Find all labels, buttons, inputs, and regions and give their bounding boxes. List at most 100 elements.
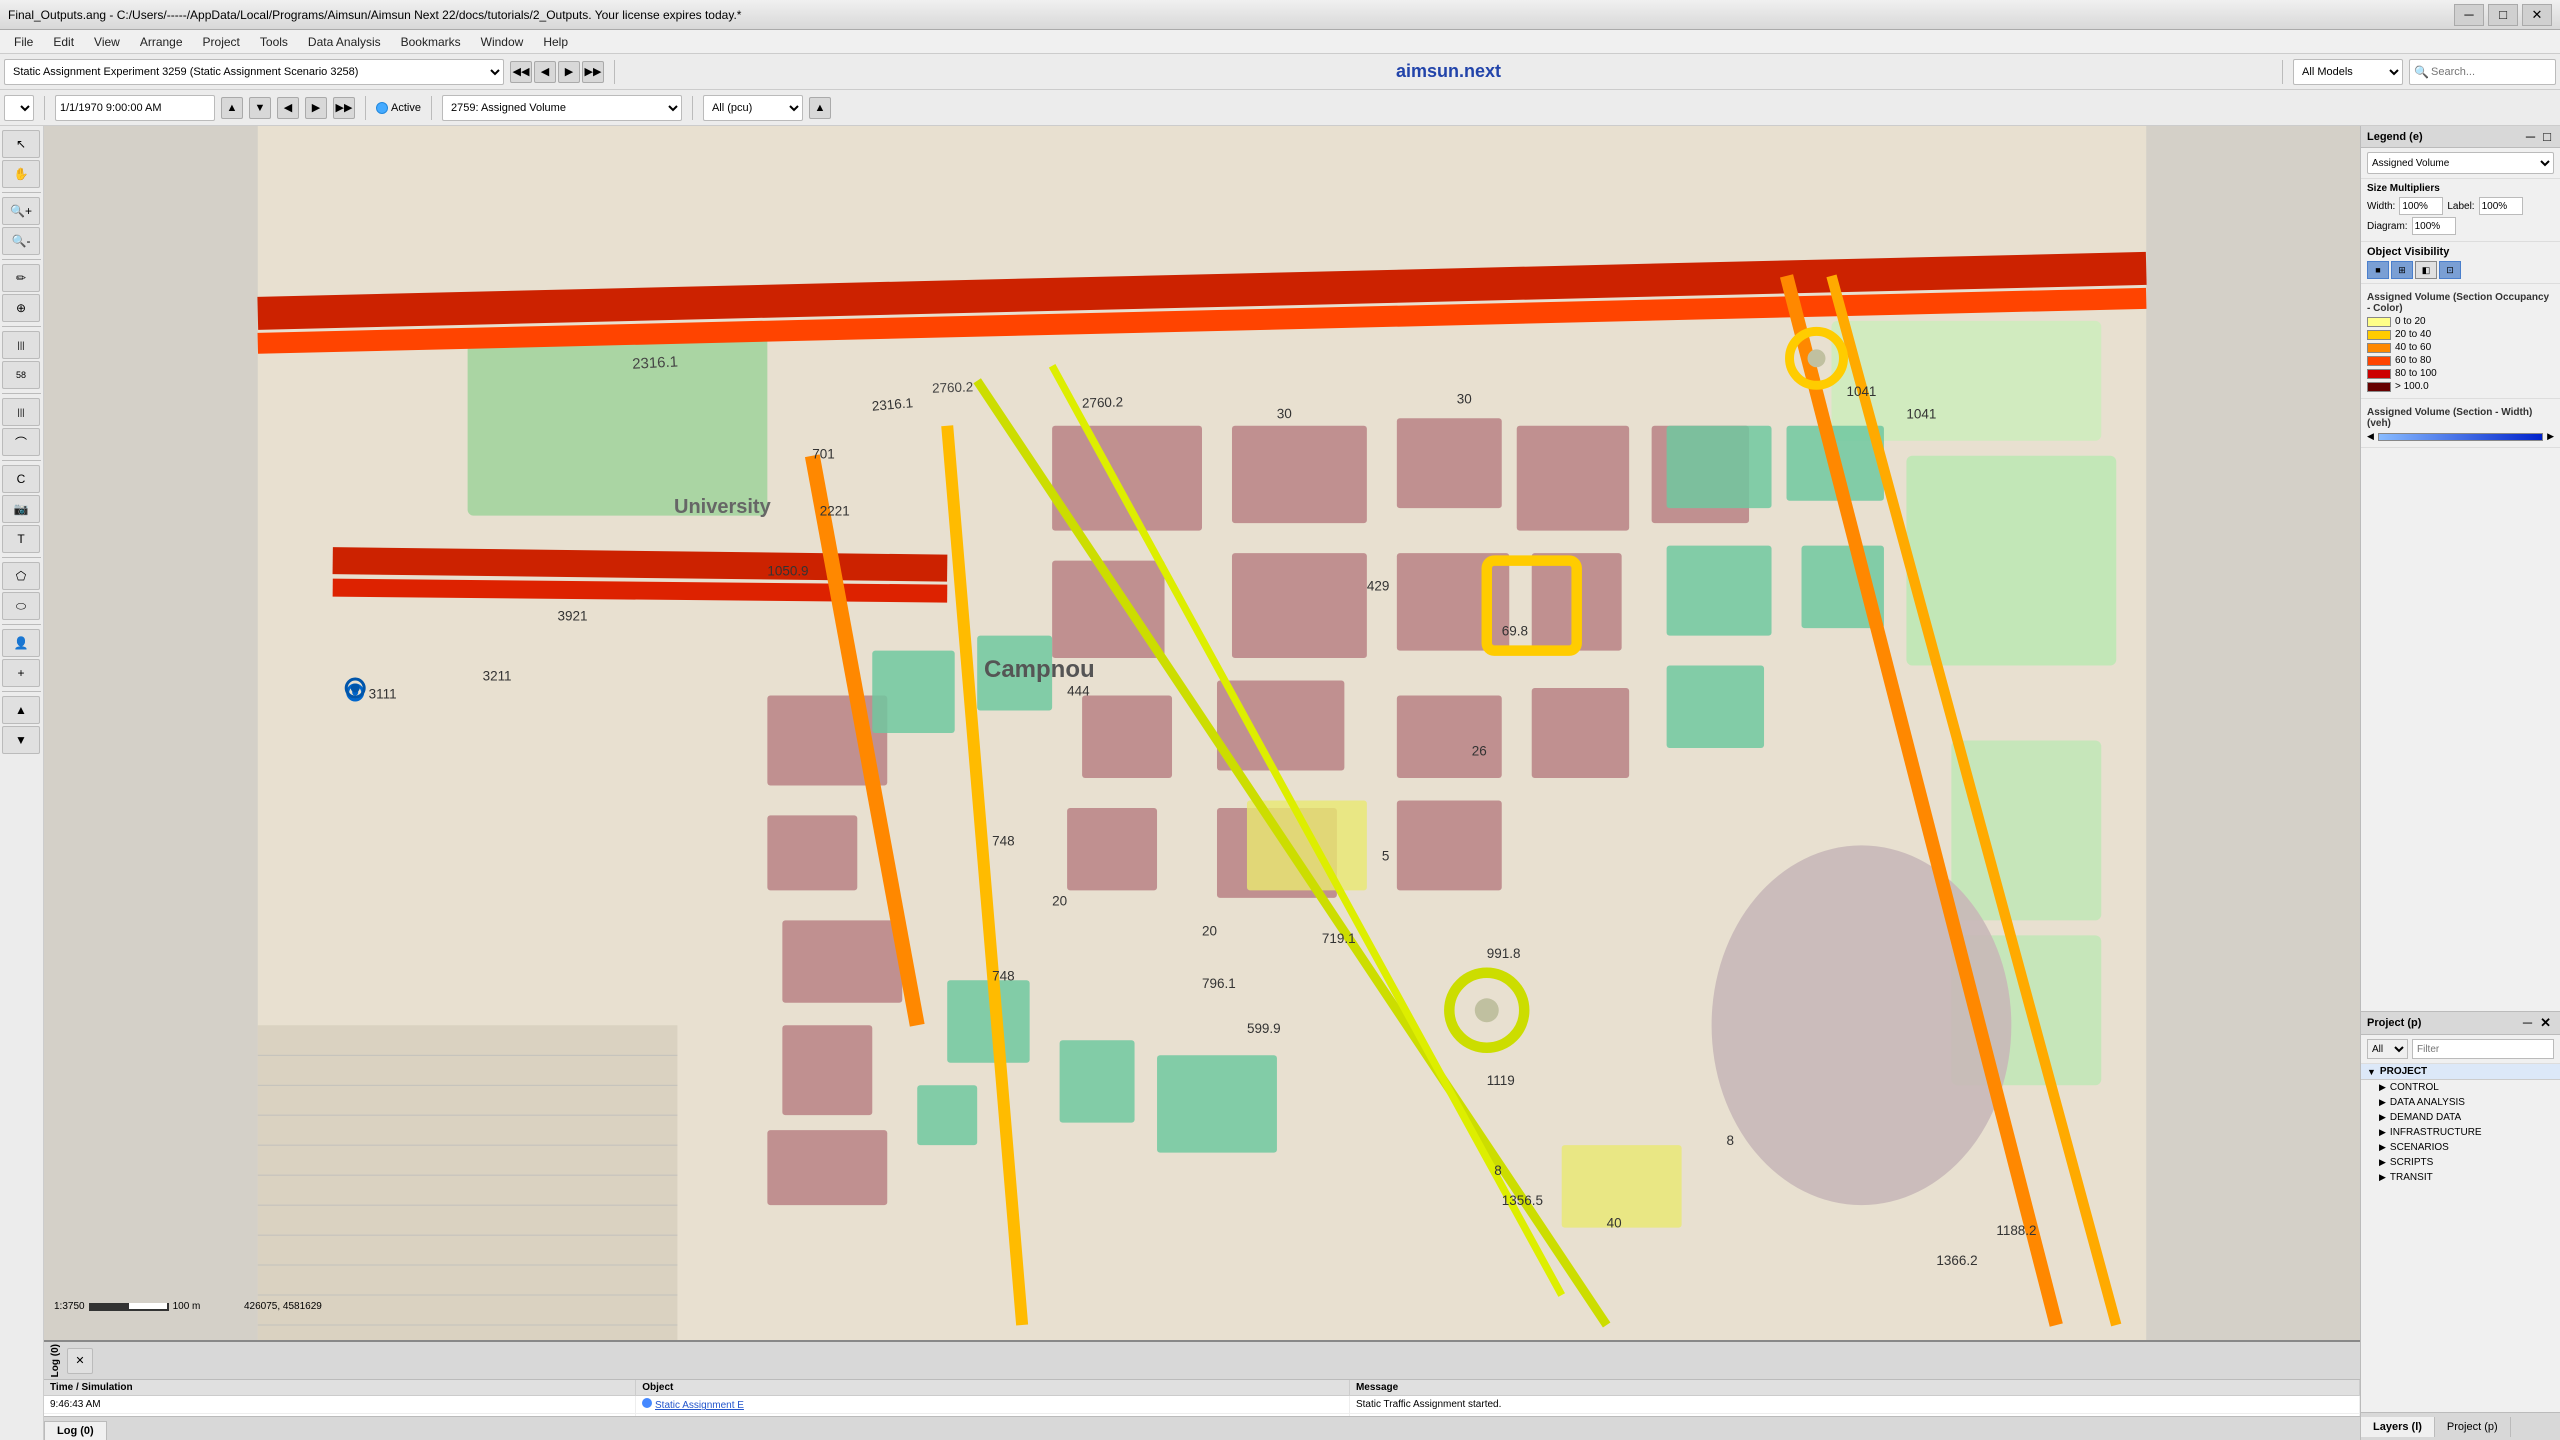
project-tree-item[interactable]: ▶ SCENARIOS [2361, 1140, 2560, 1155]
forward-button[interactable]: ▶▶ [582, 61, 604, 83]
zoom-in-tool[interactable]: 🔍+ [2, 197, 40, 225]
close-button[interactable]: ✕ [2522, 4, 2552, 26]
color-legend-section: Assigned Volume (Section Occupancy - Col… [2361, 284, 2560, 399]
filter-collapse[interactable]: ▲ [809, 97, 831, 119]
time-input[interactable] [55, 95, 215, 121]
menu-arrange[interactable]: Arrange [130, 33, 193, 51]
legend-header: Legend (e) ─ □ [2361, 126, 2560, 148]
menu-file[interactable]: File [4, 33, 43, 51]
color-range-label: 0 to 20 [2395, 316, 2426, 327]
vehicle-filter[interactable]: All (pcu) [703, 95, 803, 121]
back-fast-button[interactable]: ◀◀ [510, 61, 532, 83]
time-back[interactable]: ▲ [221, 97, 243, 119]
pencil-tool[interactable]: ✏ [2, 264, 40, 292]
zoom-out-tool[interactable]: 🔍- [2, 227, 40, 255]
back-button[interactable]: ◀ [534, 61, 556, 83]
project-filter-select[interactable]: All [2367, 1039, 2408, 1059]
log-cell-message: Static Traffic Assignment started. [1349, 1396, 2359, 1414]
project-tab[interactable]: Project (p) [2435, 1417, 2511, 1437]
tool-agent[interactable]: 👤 [2, 629, 40, 657]
scenario-dropdown[interactable]: Static Assignment Experiment 3259 (Stati… [4, 59, 504, 85]
menu-edit[interactable]: Edit [43, 33, 84, 51]
svg-text:69.8: 69.8 [1502, 624, 1528, 639]
frame-select[interactable]: A [4, 95, 34, 121]
time-fwd[interactable]: ▼ [249, 97, 271, 119]
st-sep2 [365, 96, 366, 120]
svg-text:1050.9: 1050.9 [767, 564, 808, 579]
project-tree-item[interactable]: ▶ DEMAND DATA [2361, 1110, 2560, 1125]
node-tool[interactable]: ⊕ [2, 294, 40, 322]
tool-text[interactable]: T [2, 525, 40, 553]
proj-minimize-btn[interactable]: ─ [2520, 1015, 2535, 1031]
menu-tools[interactable]: Tools [250, 33, 298, 51]
project-tree-item[interactable]: ▶ DATA ANALYSIS [2361, 1095, 2560, 1110]
pan-tool[interactable]: ✋ [2, 160, 40, 188]
menu-project[interactable]: Project [193, 33, 250, 51]
menu-bookmarks[interactable]: Bookmarks [391, 33, 471, 51]
proj-expand-btn[interactable]: ✕ [2537, 1015, 2554, 1031]
maximize-button[interactable]: □ [2488, 4, 2518, 26]
ov-btn-2[interactable]: ⊞ [2391, 261, 2413, 279]
project-tree-root[interactable]: ▼ PROJECT [2361, 1064, 2560, 1080]
tree-item-arrow: ▶ [2379, 1082, 2386, 1093]
log-tab[interactable]: Log (0) [44, 1421, 107, 1440]
menu-help[interactable]: Help [533, 33, 578, 51]
project-header: Project (p) ─ ✕ [2361, 1012, 2560, 1035]
tool-down[interactable]: ▼ [2, 726, 40, 754]
legend-panel: Legend (e) ─ □ Assigned Volume Size Mult… [2361, 126, 2560, 1012]
assigned-volume-dropdown[interactable]: Assigned Volume [2367, 152, 2554, 174]
log-object-link[interactable]: Static Assignment E [655, 1400, 744, 1411]
color-range-label: 40 to 60 [2395, 342, 2431, 353]
project-filter-input[interactable] [2412, 1039, 2554, 1059]
width-input[interactable] [2399, 197, 2443, 215]
ov-btn-3[interactable]: ◧ [2415, 261, 2437, 279]
legend-expand-btn[interactable]: □ [2540, 129, 2554, 144]
minimize-button[interactable]: ─ [2454, 4, 2484, 26]
svg-text:1041: 1041 [1846, 384, 1876, 399]
tool-group1[interactable]: ||| [2, 331, 40, 359]
color-range-item: 80 to 100 [2367, 368, 2554, 379]
tool-camera[interactable]: 📷 [2, 495, 40, 523]
tool-arc[interactable]: ⌒ [2, 428, 40, 456]
lt-sep5 [2, 460, 41, 461]
layers-tab[interactable]: Layers (l) [2361, 1417, 2435, 1437]
tool-up[interactable]: ▲ [2, 696, 40, 724]
project-tree-item[interactable]: ▶ INFRASTRUCTURE [2361, 1125, 2560, 1140]
model-filter-dropdown[interactable]: All Models [2293, 59, 2403, 85]
tool-circle[interactable]: C [2, 465, 40, 493]
play-button[interactable]: ▶ [558, 61, 580, 83]
diagram-input[interactable] [2412, 217, 2456, 235]
log-close-button[interactable]: ✕ [67, 1348, 93, 1374]
menu-data-analysis[interactable]: Data Analysis [298, 33, 391, 51]
select-tool[interactable]: ↖ [2, 130, 40, 158]
project-tree-item[interactable]: ▶ SCRIPTS [2361, 1155, 2560, 1170]
menu-window[interactable]: Window [471, 33, 534, 51]
project-tree-item[interactable]: ▶ CONTROL [2361, 1080, 2560, 1095]
sim-toolbar: A ▲ ▼ ◀ ▶ ▶▶ Active 2759: Assigned Volum… [0, 90, 2560, 126]
svg-text:701: 701 [812, 447, 834, 462]
sim-play3[interactable]: ▶▶ [333, 97, 355, 119]
ov-btn-1[interactable]: ■ [2367, 261, 2389, 279]
search-input[interactable] [2431, 66, 2551, 78]
color-legend-title: Assigned Volume (Section Occupancy - Col… [2367, 292, 2554, 314]
project-tree-item[interactable]: ▶ TRANSIT [2361, 1170, 2560, 1185]
tool-ellipse[interactable]: ⬭ [2, 592, 40, 620]
svg-text:1366.2: 1366.2 [1936, 1253, 1977, 1268]
ov-btn-4[interactable]: ⊡ [2439, 261, 2461, 279]
tool-group3[interactable]: ||| [2, 398, 40, 426]
st-sep3 [431, 96, 432, 120]
legend-minimize-btn[interactable]: ─ [2523, 129, 2538, 144]
tool-group2[interactable]: 58 [2, 361, 40, 389]
menu-view[interactable]: View [84, 33, 130, 51]
tool-poly[interactable]: ⬠ [2, 562, 40, 590]
app: Final_Outputs.ang - C:/Users/-----/AppDa… [0, 0, 2560, 1440]
map-container[interactable]: 2316.1 2760.2 30 30 701 2221 1050.9 3921… [44, 126, 2360, 1340]
sim-play2[interactable]: ▶ [305, 97, 327, 119]
sim-play[interactable]: ◀ [277, 97, 299, 119]
section-dropdown[interactable]: 2759: Assigned Volume [442, 95, 682, 121]
log-entries-table: Time / Simulation Object Message 9:46:43… [44, 1380, 2360, 1416]
label-input[interactable] [2479, 197, 2523, 215]
color-range-item: 0 to 20 [2367, 316, 2554, 327]
tool-more[interactable]: + [2, 659, 40, 687]
svg-text:20: 20 [1202, 923, 1217, 938]
